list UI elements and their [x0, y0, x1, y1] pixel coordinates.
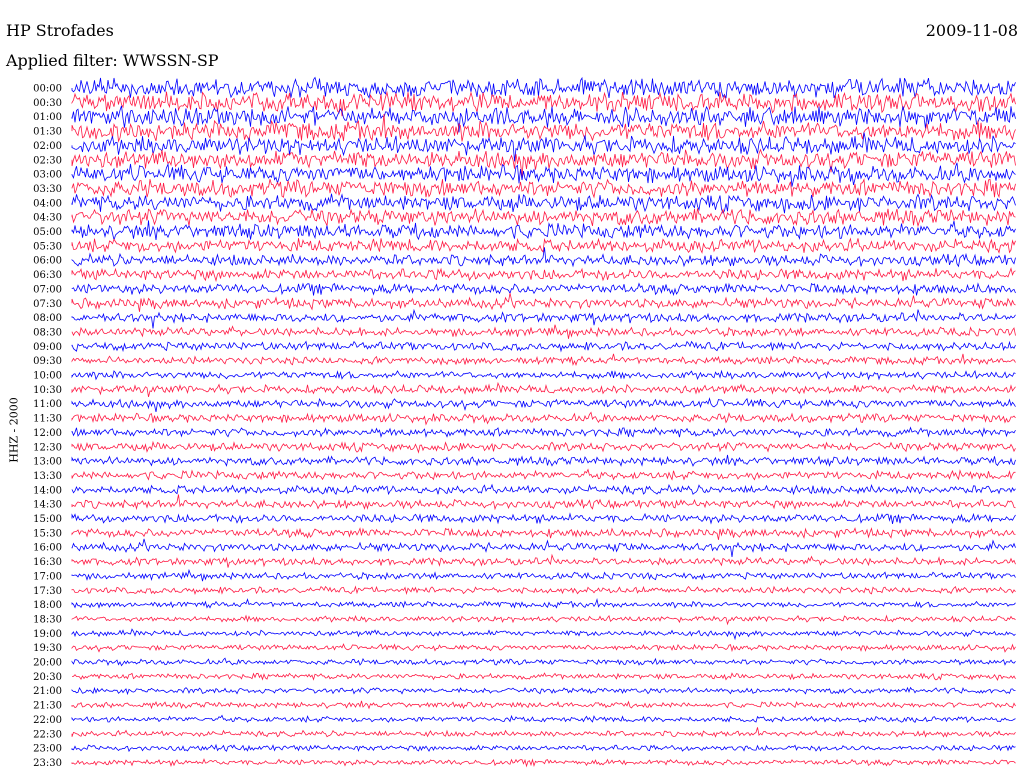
time-tick-label: 17:30 [33, 586, 62, 597]
trace-line [71, 208, 1016, 228]
trace-line [71, 700, 1016, 710]
time-tick-label: 05:00 [33, 227, 62, 238]
time-tick-label: 23:30 [33, 758, 62, 769]
trace-line [71, 293, 1016, 312]
trace-line [71, 369, 1016, 381]
trace-line [71, 727, 1016, 738]
trace-line [71, 454, 1016, 468]
trace-line [71, 411, 1016, 426]
time-tick-label: 00:00 [33, 84, 62, 95]
trace-line [71, 553, 1016, 568]
time-tick-label: 04:00 [33, 198, 62, 209]
trace-line [71, 657, 1016, 667]
time-tick-label: 03:00 [33, 170, 62, 181]
trace-line [71, 282, 1016, 297]
time-tick-label: 00:30 [33, 98, 62, 109]
trace-line [71, 494, 1016, 511]
trace-line [71, 247, 1016, 268]
trace-line [71, 538, 1016, 558]
time-tick-label: 09:30 [33, 356, 62, 367]
trace-line [71, 743, 1016, 753]
time-tick-label: 15:00 [33, 514, 62, 525]
time-tick-label: 16:30 [33, 557, 62, 568]
trace-line [71, 397, 1016, 412]
time-tick-label: 09:00 [33, 342, 62, 353]
time-tick-label: 20:30 [33, 672, 62, 683]
trace-line [71, 324, 1016, 339]
trace-line [71, 568, 1016, 582]
trace-line [71, 686, 1016, 696]
time-tick-label: 10:30 [33, 385, 62, 396]
time-tick-label: 19:30 [33, 643, 62, 654]
trace-line [71, 483, 1016, 496]
time-tick-label: 13:00 [33, 457, 62, 468]
trace-line [71, 468, 1016, 481]
trace-line [71, 512, 1016, 525]
time-tick-label: 22:00 [33, 715, 62, 726]
seismogram-plot: 00:00 00:30 01:00 01:30 02:00 02:30 03:00 03:30… [33, 76, 1016, 769]
trace-line [71, 628, 1016, 641]
time-tick-label: 08:00 [33, 313, 62, 324]
trace-line [71, 267, 1016, 283]
trace-line [71, 758, 1016, 768]
trace-line [71, 308, 1016, 329]
time-tick-label: 18:30 [33, 614, 62, 625]
trace-line [71, 614, 1016, 626]
trace-line [71, 193, 1016, 214]
time-tick-label: 01:00 [33, 112, 62, 123]
trace-line [71, 440, 1016, 454]
time-tick-label: 22:30 [33, 729, 62, 740]
time-tick-label: 16:00 [33, 543, 62, 554]
time-tick-label: 12:30 [33, 442, 62, 453]
time-tick-label: 02:30 [33, 155, 62, 166]
trace-line [71, 426, 1016, 439]
trace-line [71, 220, 1016, 241]
time-tick-label: 07:30 [33, 299, 62, 310]
time-tick-label: 06:30 [33, 270, 62, 281]
time-tick-label: 21:30 [33, 701, 62, 712]
time-tick-label: 18:00 [33, 600, 62, 611]
time-tick-label: 07:00 [33, 284, 62, 295]
time-tick-label: 14:00 [33, 485, 62, 496]
time-tick-label: 13:30 [33, 471, 62, 482]
trace-line [71, 178, 1016, 199]
trace-line [71, 340, 1016, 353]
trace-line [71, 76, 1016, 99]
time-tick-label: 08:30 [33, 327, 62, 338]
time-tick-label: 03:30 [33, 184, 62, 195]
trace-line [71, 714, 1016, 724]
trace-line [71, 381, 1016, 397]
time-tick-label: 20:00 [33, 658, 62, 669]
time-tick-label: 15:30 [33, 528, 62, 539]
trace-line [71, 672, 1016, 682]
time-tick-label: 23:00 [33, 744, 62, 755]
trace-line [71, 527, 1016, 540]
time-tick-label: 01:30 [33, 127, 62, 138]
time-tick-label: 12:00 [33, 428, 62, 439]
trace-line [71, 643, 1016, 653]
time-tick-label: 05:30 [33, 241, 62, 252]
time-tick-label: 02:00 [33, 141, 62, 152]
time-tick-label: 06:00 [33, 256, 62, 267]
time-tick-label: 17:00 [33, 571, 62, 582]
time-tick-label: 14:30 [33, 500, 62, 511]
time-tick-label: 19:00 [33, 629, 62, 640]
time-tick-label: 21:00 [33, 686, 62, 697]
trace-line [71, 585, 1016, 596]
trace-line [71, 148, 1016, 178]
time-tick-label: 11:00 [33, 399, 62, 410]
time-tick-label: 10:00 [33, 371, 62, 382]
trace-line [71, 597, 1016, 609]
time-tick-label: 04:30 [33, 213, 62, 224]
trace-line [71, 353, 1016, 366]
time-tick-label: 11:30 [33, 414, 62, 425]
